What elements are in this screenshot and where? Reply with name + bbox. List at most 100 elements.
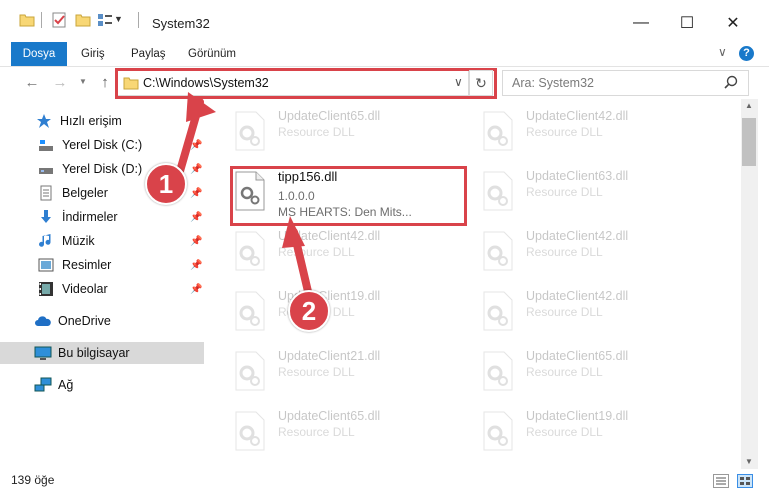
search-placeholder: Ara: System32 — [512, 76, 594, 90]
dll-file-icon — [483, 231, 513, 271]
callout-step-2: 2 — [288, 290, 330, 332]
file-name: UpdateClient21.dll — [278, 349, 381, 363]
up-arrow-icon[interactable]: ↑ — [95, 70, 115, 94]
details-view-icon[interactable] — [713, 474, 729, 488]
forward-arrow-icon[interactable]: → — [50, 70, 70, 94]
pictures-icon — [38, 258, 54, 272]
view-options-icon[interactable] — [97, 12, 113, 28]
window-title: System32 — [152, 16, 210, 31]
dll-file-icon — [483, 411, 513, 451]
file-item[interactable]: UpdateClient19.dll Resource DLL — [482, 409, 722, 467]
sidebar-label: İndirmeler — [62, 210, 118, 224]
file-item[interactable]: UpdateClient65.dll Resource DLL — [234, 409, 474, 467]
close-button[interactable]: ✕ — [710, 8, 756, 38]
drive-icon — [39, 168, 53, 174]
new-folder-icon[interactable] — [75, 12, 91, 28]
sidebar-item-downloads[interactable]: İndirmeler 📌 — [0, 206, 204, 228]
file-item[interactable]: UpdateClient42.dll Resource DLL — [234, 229, 474, 287]
tab-view[interactable]: Görünüm — [182, 42, 242, 66]
file-item[interactable]: UpdateClient21.dll Resource DLL — [234, 349, 474, 407]
file-type: Resource DLL — [278, 125, 355, 139]
tab-home[interactable]: Giriş — [75, 42, 111, 66]
expand-ribbon-icon[interactable]: ∨ — [718, 45, 727, 59]
sidebar-item-this-pc[interactable]: Bu bilgisayar — [0, 342, 204, 364]
music-icon — [39, 234, 51, 247]
cloud-icon — [35, 316, 51, 326]
documents-icon — [40, 185, 52, 201]
file-item[interactable]: UpdateClient42.dll Resource DLL — [482, 289, 722, 347]
tab-file[interactable]: Dosya — [11, 42, 67, 66]
scroll-down-arrow-icon[interactable]: ▼ — [745, 457, 753, 466]
separator — [138, 12, 139, 28]
sidebar-item-local-disk-c[interactable]: Yerel Disk (C:) 📌 — [0, 134, 204, 156]
file-item[interactable]: UpdateClient63.dll Resource DLL — [482, 169, 722, 227]
computer-icon — [34, 346, 52, 360]
download-icon — [41, 210, 51, 223]
file-item[interactable]: UpdateClient19.dll Resource DLL — [234, 289, 474, 347]
file-name: UpdateClient63.dll — [526, 169, 629, 183]
maximize-button[interactable]: ☐ — [664, 8, 710, 38]
sidebar-label: Müzik — [62, 234, 95, 248]
sidebar-label: Yerel Disk (C:) — [62, 138, 143, 152]
file-type: Resource DLL — [278, 245, 355, 259]
file-type: Resource DLL — [526, 305, 603, 319]
dll-file-icon — [235, 351, 265, 391]
sidebar-item-pictures[interactable]: Resimler 📌 — [0, 254, 204, 276]
scrollbar-thumb[interactable] — [742, 118, 756, 166]
dll-file-icon — [235, 291, 265, 331]
back-arrow-icon[interactable]: ← — [22, 70, 42, 94]
minimize-button[interactable]: — — [618, 8, 664, 38]
help-icon[interactable]: ? — [739, 46, 754, 61]
pin-icon: 📌 — [190, 283, 203, 295]
file-name: UpdateClient42.dll — [526, 109, 629, 123]
pin-icon: 📌 — [190, 235, 203, 247]
sidebar-label: Ağ — [58, 378, 74, 392]
pin-icon: 📌 — [190, 211, 203, 223]
separator — [41, 12, 42, 28]
file-type: Resource DLL — [278, 425, 355, 439]
file-name: UpdateClient42.dll — [278, 229, 381, 243]
file-item[interactable]: UpdateClient42.dll Resource DLL — [482, 109, 722, 167]
sidebar-item-onedrive[interactable]: OneDrive — [0, 310, 204, 332]
file-item[interactable]: UpdateClient65.dll Resource DLL — [482, 349, 722, 407]
file-type: Resource DLL — [278, 365, 355, 379]
status-item-count: 139 öğe — [11, 473, 55, 487]
pin-icon: 📌 — [190, 139, 203, 151]
address-path: C:\Windows\System32 — [143, 76, 269, 90]
file-name: UpdateClient65.dll — [278, 109, 381, 123]
refresh-button[interactable]: ↻ — [469, 70, 493, 96]
sidebar-item-network[interactable]: Ağ — [0, 374, 204, 396]
pin-icon: 📌 — [190, 187, 203, 199]
properties-icon[interactable] — [51, 12, 67, 28]
dll-file-icon — [483, 111, 513, 151]
file-name: UpdateClient42.dll — [526, 289, 629, 303]
file-item[interactable]: UpdateClient42.dll Resource DLL — [482, 229, 722, 287]
dll-file-icon — [483, 291, 513, 331]
scroll-up-arrow-icon[interactable]: ▲ — [745, 101, 753, 110]
tab-share[interactable]: Paylaş — [125, 42, 172, 66]
file-highlight-box — [230, 166, 467, 226]
file-name: UpdateClient65.dll — [526, 349, 629, 363]
star-icon — [37, 114, 51, 128]
drive-icon — [39, 140, 53, 151]
file-type: Resource DLL — [526, 185, 603, 199]
search-icon[interactable] — [724, 75, 738, 89]
file-name: UpdateClient65.dll — [278, 409, 381, 423]
file-type: Resource DLL — [526, 365, 603, 379]
sidebar-label: Bu bilgisayar — [58, 346, 130, 360]
recent-locations-icon[interactable]: ▼ — [79, 77, 87, 86]
sidebar-label: OneDrive — [58, 314, 111, 328]
sidebar-item-videos[interactable]: Videolar 📌 — [0, 278, 204, 300]
dll-file-icon — [235, 111, 265, 151]
sidebar-label: Hızlı erişim — [60, 114, 122, 128]
file-type: Resource DLL — [526, 245, 603, 259]
address-dropdown-icon[interactable]: ∨ — [454, 75, 463, 89]
dll-file-icon — [235, 231, 265, 271]
large-icons-view-icon[interactable] — [737, 474, 753, 488]
file-item[interactable]: UpdateClient65.dll Resource DLL — [234, 109, 474, 167]
pin-icon: 📌 — [190, 163, 203, 175]
sidebar-item-music[interactable]: Müzik 📌 — [0, 230, 204, 252]
sidebar-item-quick-access[interactable]: Hızlı erişim — [0, 110, 204, 132]
file-name: UpdateClient42.dll — [526, 229, 629, 243]
customize-toolbar-arrow-icon[interactable]: ▼ — [114, 14, 123, 24]
